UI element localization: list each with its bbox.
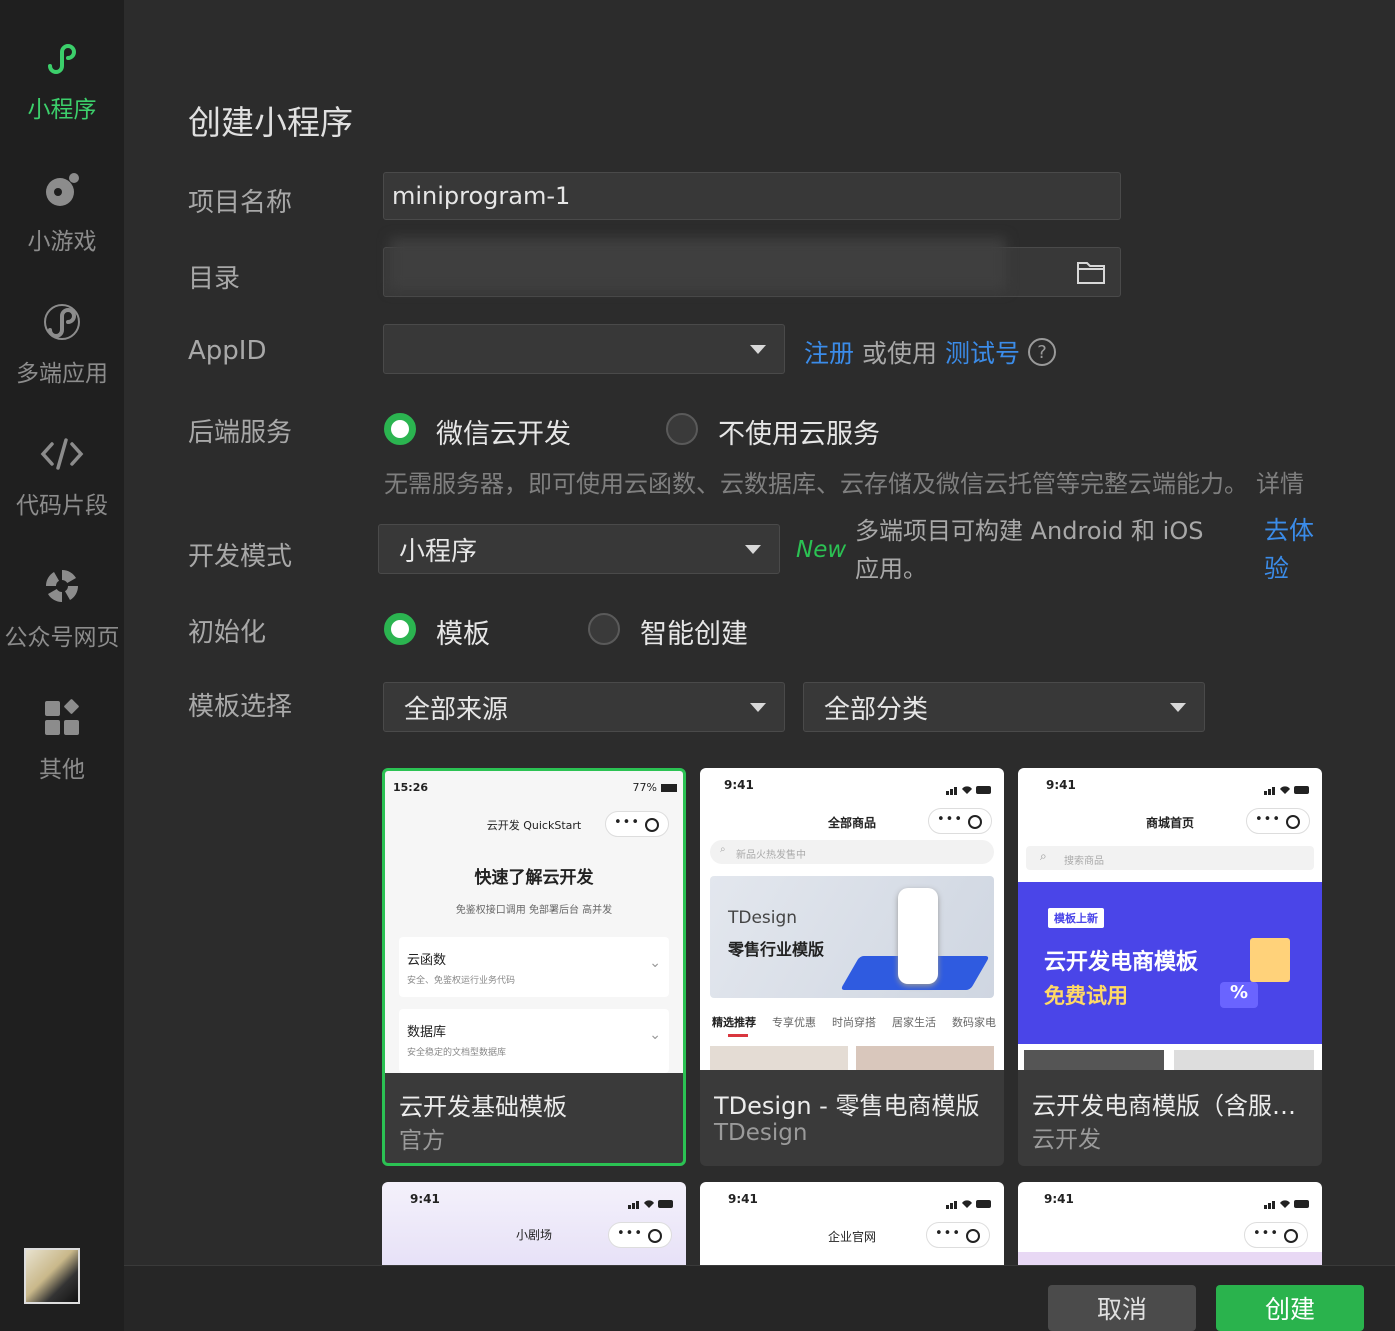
backend-hint: 无需服务器，即可使用云函数、云数据库、云存储及微信云托管等完整云端能力。: [384, 470, 1248, 498]
chevron-down-icon: [750, 703, 766, 712]
appid-label: AppID: [188, 336, 267, 366]
template-preview: 9:41 商城首页 ⌕ 搜索商品 模板上新 云开发电商模板 免费试用 %: [1018, 768, 1322, 1070]
sidebar-item-minigame[interactable]: 小游戏: [0, 168, 124, 278]
chevron-down-icon: [750, 345, 766, 354]
detail-link[interactable]: 详情: [1256, 464, 1304, 499]
template-card-tdesign[interactable]: 9:41 全部商品 ⌕ 新品火热发售中 TDesign 零售行业模版 精选推荐 …: [700, 768, 1004, 1166]
capsule-menu-icon: [605, 811, 669, 837]
chevron-down-icon: ⌄: [649, 955, 661, 971]
radio-no-cloud[interactable]: [666, 413, 698, 445]
project-name-value: miniprogram-1: [392, 182, 571, 210]
status-icons: [1264, 780, 1310, 795]
radio-no-cloud-label[interactable]: 不使用云服务: [718, 412, 880, 451]
template-name: 云开发电商模版（含服务端）: [1032, 1092, 1307, 1120]
appid-links: 注册 或使用 测试号 ?: [804, 334, 1057, 370]
dev-mode-hint: 多端项目可构建 Android 和 iOS 应用。: [855, 517, 1204, 583]
init-label: 初始化: [188, 618, 267, 648]
register-link[interactable]: 注册: [804, 334, 854, 370]
template-org: TDesign: [714, 1120, 808, 1146]
sidebar-item-label: 多端应用: [16, 361, 108, 387]
or-use-text: 或使用: [862, 339, 938, 368]
create-button[interactable]: 创建: [1216, 1285, 1364, 1331]
template-select-label: 模板选择: [188, 692, 293, 722]
search-icon: ⌕: [1040, 849, 1047, 863]
avatar[interactable]: [24, 1248, 80, 1304]
status-icons: [628, 1194, 674, 1209]
code-icon: [40, 432, 84, 476]
template-name: TDesign - 零售电商模版: [714, 1092, 980, 1120]
category-tabs: 精选推荐 专享优惠 时尚穿搭 居家生活 数码家电: [712, 1016, 996, 1029]
chevron-down-icon: [745, 545, 761, 554]
capsule-menu-icon: [1246, 808, 1310, 834]
sidebar-item-multiplatform[interactable]: 多端应用: [0, 300, 124, 410]
backend-label: 后端服务: [188, 418, 293, 448]
webpage-icon: [40, 564, 84, 608]
template-card-cloud-basic[interactable]: 15:26 77% 云开发 QuickStart 快速了解云开发 免鉴权接口调用…: [382, 768, 686, 1166]
folder-icon[interactable]: [1062, 248, 1120, 296]
cancel-button[interactable]: 取消: [1048, 1285, 1196, 1331]
sidebar-item-code-snippet[interactable]: 代码片段: [0, 432, 124, 542]
directory-value-blurred: [390, 238, 1006, 290]
project-name-input[interactable]: miniprogram-1: [383, 172, 1121, 220]
sidebar-item-label: 小程序: [27, 97, 97, 123]
minigame-icon: [40, 168, 84, 212]
capsule-menu-icon: [1244, 1222, 1308, 1248]
sidebar-item-label: 其他: [39, 757, 85, 783]
status-icons: [946, 780, 992, 795]
radio-cloud[interactable]: [384, 413, 416, 445]
template-card-mini-theater[interactable]: 9:41 小剧场: [382, 1182, 686, 1272]
status-icons: [1264, 1194, 1310, 1209]
appid-select[interactable]: [383, 324, 785, 374]
template-preview: 9:41 全部商品 ⌕ 新品火热发售中 TDesign 零售行业模版 精选推荐 …: [700, 768, 1004, 1070]
search-icon: ⌕: [720, 844, 726, 855]
test-account-link[interactable]: 测试号: [945, 334, 1020, 370]
category-select[interactable]: 全部分类: [803, 682, 1205, 732]
template-card-cloud-ecommerce[interactable]: 9:41 商城首页 ⌕ 搜索商品 模板上新 云开发电商模板 免费试用 % 云开发…: [1018, 768, 1322, 1166]
template-card-company-site[interactable]: 9:41 企业官网: [700, 1182, 1004, 1272]
template-org: 云开发: [1032, 1127, 1101, 1153]
chevron-down-icon: [1170, 703, 1186, 712]
multiplatform-icon: [40, 300, 84, 344]
capsule-menu-icon: [608, 1222, 672, 1248]
try-link[interactable]: 去体验: [1264, 512, 1318, 588]
radio-smart[interactable]: [588, 613, 620, 645]
radio-template-label[interactable]: 模板: [436, 612, 490, 651]
sidebar-item-label: 公众号网页: [4, 625, 120, 651]
source-select[interactable]: 全部来源: [383, 682, 785, 732]
dev-mode-value: 小程序: [399, 536, 478, 567]
apps-icon: [40, 696, 84, 740]
chevron-down-icon: ⌄: [649, 1027, 661, 1043]
radio-cloud-label[interactable]: 微信云开发: [436, 412, 571, 451]
help-icon[interactable]: ?: [1028, 338, 1057, 366]
directory-label: 目录: [188, 264, 241, 294]
tdesign-logo: [898, 888, 938, 984]
dev-mode-select[interactable]: 小程序: [378, 524, 780, 574]
dev-mode-label: 开发模式: [188, 542, 293, 572]
directory-input[interactable]: [383, 238, 1121, 297]
footer-bar: [124, 1265, 1395, 1331]
gift-icon: [1250, 938, 1290, 982]
template-card-other[interactable]: 9:41: [1018, 1182, 1322, 1272]
miniprogram-icon: [40, 36, 84, 80]
status-icons: [946, 1194, 992, 1209]
radio-smart-label[interactable]: 智能创建: [640, 612, 748, 651]
template-preview: 15:26 77% 云开发 QuickStart 快速了解云开发 免鉴权接口调用…: [385, 771, 683, 1073]
sidebar-item-other[interactable]: 其他: [0, 696, 124, 806]
page-title: 创建小程序: [188, 103, 353, 142]
project-name-label: 项目名称: [188, 188, 293, 218]
template-name: 云开发基础模板: [399, 1093, 567, 1121]
promo-banner: TDesign 零售行业模版: [710, 876, 994, 998]
template-org: 官方: [399, 1128, 445, 1154]
sidebar-item-miniprogram[interactable]: 小程序: [0, 36, 124, 146]
sidebar-item-label: 小游戏: [27, 229, 97, 255]
battery-icon: [661, 784, 677, 792]
capsule-menu-icon: [928, 808, 992, 834]
sidebar-item-webpage[interactable]: 公众号网页: [0, 564, 124, 674]
sidebar-item-label: 代码片段: [16, 493, 108, 519]
radio-template[interactable]: [384, 613, 416, 645]
new-badge: New: [796, 537, 847, 563]
sidebar: 小程序 小游戏 多端应用 代码片段 公众号网页 其他: [0, 0, 124, 1331]
promo-banner: 模板上新 云开发电商模板 免费试用 %: [1018, 882, 1322, 1044]
capsule-menu-icon: [926, 1222, 990, 1248]
